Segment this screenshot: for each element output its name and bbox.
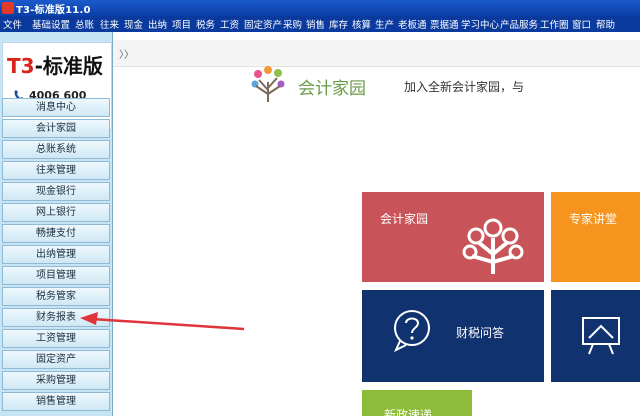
annotation-arrow-icon xyxy=(80,312,245,331)
